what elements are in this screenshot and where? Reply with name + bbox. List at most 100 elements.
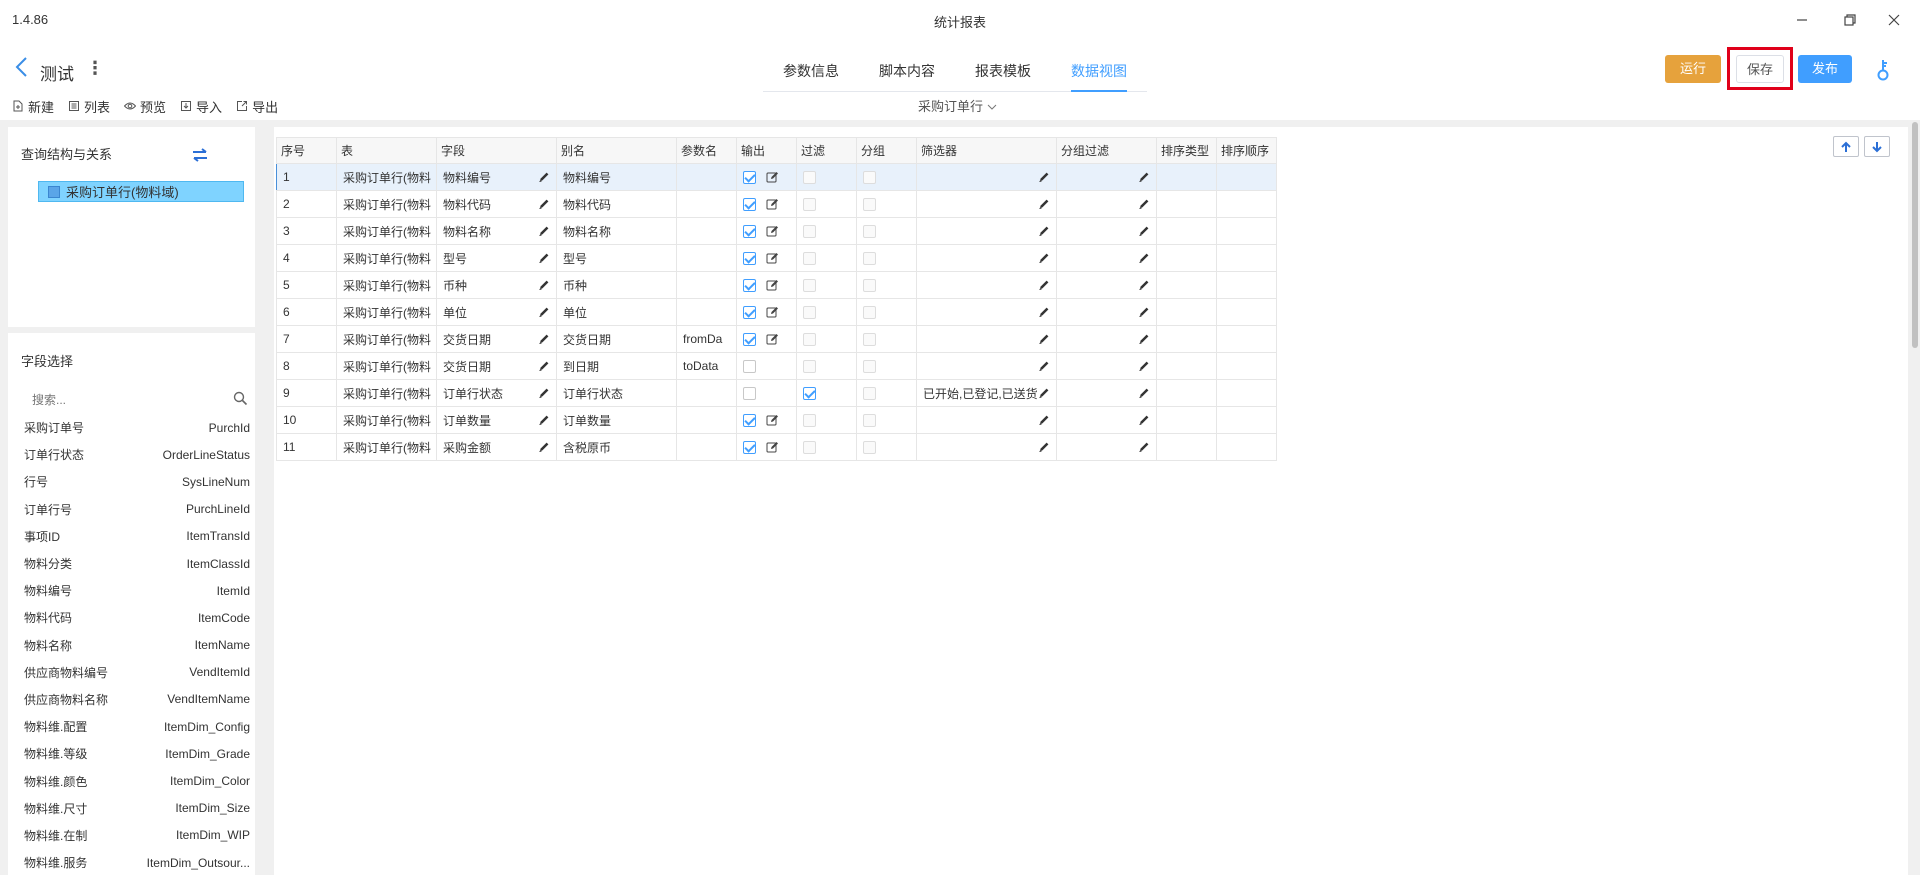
cell-param[interactable] xyxy=(676,244,737,272)
field-list-item[interactable]: 物料维.等级 ItemDim_Grade xyxy=(12,740,252,767)
cell-alias[interactable]: 型号 xyxy=(556,244,677,272)
cell-sort-order[interactable] xyxy=(1216,352,1277,380)
col-header-output[interactable]: 输出 xyxy=(736,137,797,164)
cell-group-filter[interactable] xyxy=(1056,244,1157,272)
cell-field[interactable]: 交货日期 xyxy=(436,325,557,353)
cell-filter-value[interactable] xyxy=(916,352,1057,380)
filter-checkbox[interactable] xyxy=(803,414,816,428)
pencil-icon[interactable] xyxy=(1038,198,1050,210)
cell-table[interactable]: 采购订单行(物料 xyxy=(336,325,437,353)
group-checkbox[interactable] xyxy=(863,333,876,347)
cell-field[interactable]: 单位 xyxy=(436,298,557,326)
cell-alias[interactable]: 含税原币 xyxy=(556,433,677,461)
col-header-sort-order[interactable]: 排序顺序 xyxy=(1216,137,1277,164)
field-list-item[interactable]: 行号 SysLineNum xyxy=(12,468,252,495)
pencil-icon[interactable] xyxy=(1138,387,1150,399)
col-header-filter-value[interactable]: 筛选器 xyxy=(916,137,1057,164)
pencil-icon[interactable] xyxy=(538,279,550,291)
cell-alias[interactable]: 订单行状态 xyxy=(556,379,677,407)
cell-alias[interactable]: 交货日期 xyxy=(556,325,677,353)
filter-checkbox[interactable] xyxy=(803,252,816,266)
filter-checkbox[interactable] xyxy=(803,333,816,347)
cell-sort-order[interactable] xyxy=(1216,271,1277,299)
export-button[interactable]: 导出 xyxy=(236,95,278,117)
cell-sort-order[interactable] xyxy=(1216,406,1277,434)
more-menu-icon[interactable]: ⋮ xyxy=(86,59,104,77)
cell-param[interactable] xyxy=(676,190,737,218)
cell-filter-value[interactable] xyxy=(916,244,1057,272)
cell-table[interactable]: 采购订单行(物料 xyxy=(336,217,437,245)
cell-sort-type[interactable] xyxy=(1156,433,1217,461)
table-row[interactable]: 8 采购订单行(物料 交货日期 到日期 toData xyxy=(276,352,1277,380)
preview-button[interactable]: 预览 xyxy=(124,95,166,117)
swap-icon[interactable] xyxy=(192,148,208,162)
cell-alias[interactable]: 订单数量 xyxy=(556,406,677,434)
pencil-icon[interactable] xyxy=(538,225,550,237)
pencil-icon[interactable] xyxy=(1138,252,1150,264)
filter-checkbox[interactable] xyxy=(803,171,816,185)
cell-filter-value[interactable] xyxy=(916,217,1057,245)
col-header-alias[interactable]: 别名 xyxy=(556,137,677,164)
pencil-icon[interactable] xyxy=(538,360,550,372)
filter-checkbox[interactable] xyxy=(803,360,816,374)
cell-alias[interactable]: 物料代码 xyxy=(556,190,677,218)
filter-checkbox[interactable] xyxy=(803,198,816,212)
group-checkbox[interactable] xyxy=(863,414,876,428)
pencil-icon[interactable] xyxy=(1038,306,1050,318)
pencil-icon[interactable] xyxy=(1038,360,1050,372)
table-row[interactable]: 10 采购订单行(物料 订单数量 订单数量 xyxy=(276,406,1277,434)
scrollbar-thumb[interactable] xyxy=(1912,122,1918,348)
cell-filter-value[interactable] xyxy=(916,298,1057,326)
cell-table[interactable]: 采购订单行(物料 xyxy=(336,271,437,299)
cell-sort-order[interactable] xyxy=(1216,433,1277,461)
pencil-icon[interactable] xyxy=(1038,252,1050,264)
output-checkbox[interactable] xyxy=(743,279,756,293)
cell-group-filter[interactable] xyxy=(1056,298,1157,326)
col-header-param[interactable]: 参数名 xyxy=(676,137,737,164)
cell-sort-type[interactable] xyxy=(1156,298,1217,326)
cell-group-filter[interactable] xyxy=(1056,433,1157,461)
edit-icon[interactable] xyxy=(766,333,779,346)
col-header-filter[interactable]: 过滤 xyxy=(796,137,857,164)
cell-param[interactable] xyxy=(676,271,737,299)
field-list-item[interactable]: 供应商物料编号 VendItemId xyxy=(12,659,252,686)
cell-param[interactable] xyxy=(676,406,737,434)
output-checkbox[interactable] xyxy=(743,333,756,347)
key-icon[interactable] xyxy=(1874,58,1892,82)
pencil-icon[interactable] xyxy=(1138,333,1150,345)
cell-sort-order[interactable] xyxy=(1216,163,1277,191)
pencil-icon[interactable] xyxy=(538,171,550,183)
tab-params[interactable]: 参数信息 xyxy=(763,52,859,90)
col-header-field[interactable]: 字段 xyxy=(436,137,557,164)
run-button[interactable]: 运行 xyxy=(1665,55,1721,83)
pencil-icon[interactable] xyxy=(538,414,550,426)
cell-group-filter[interactable] xyxy=(1056,190,1157,218)
pencil-icon[interactable] xyxy=(1138,360,1150,372)
cell-field[interactable]: 币种 xyxy=(436,271,557,299)
table-row[interactable]: 4 采购订单行(物料 型号 型号 xyxy=(276,244,1277,272)
cell-table[interactable]: 采购订单行(物料 xyxy=(336,298,437,326)
pencil-icon[interactable] xyxy=(1138,279,1150,291)
cell-field[interactable]: 物料名称 xyxy=(436,217,557,245)
filter-checkbox[interactable] xyxy=(803,441,816,455)
cell-param[interactable] xyxy=(676,379,737,407)
restore-button[interactable] xyxy=(1832,6,1868,34)
output-checkbox[interactable] xyxy=(743,414,756,428)
field-list-item[interactable]: 物料维.在制 ItemDim_WIP xyxy=(12,822,252,849)
move-down-button[interactable] xyxy=(1864,136,1890,157)
cell-sort-order[interactable] xyxy=(1216,325,1277,353)
cell-sort-order[interactable] xyxy=(1216,244,1277,272)
cell-field[interactable]: 订单行状态 xyxy=(436,379,557,407)
view-select[interactable]: 采购订单行 xyxy=(918,96,997,115)
group-checkbox[interactable] xyxy=(863,306,876,320)
output-checkbox[interactable] xyxy=(743,387,756,401)
group-checkbox[interactable] xyxy=(863,225,876,239)
cell-group-filter[interactable] xyxy=(1056,325,1157,353)
field-list-item[interactable]: 采购订单号 PurchId xyxy=(12,414,252,441)
pencil-icon[interactable] xyxy=(1138,441,1150,453)
minimize-button[interactable] xyxy=(1784,6,1820,34)
cell-alias[interactable]: 物料编号 xyxy=(556,163,677,191)
cell-sort-order[interactable] xyxy=(1216,217,1277,245)
cell-group-filter[interactable] xyxy=(1056,406,1157,434)
list-button[interactable]: 列表 xyxy=(68,95,110,117)
